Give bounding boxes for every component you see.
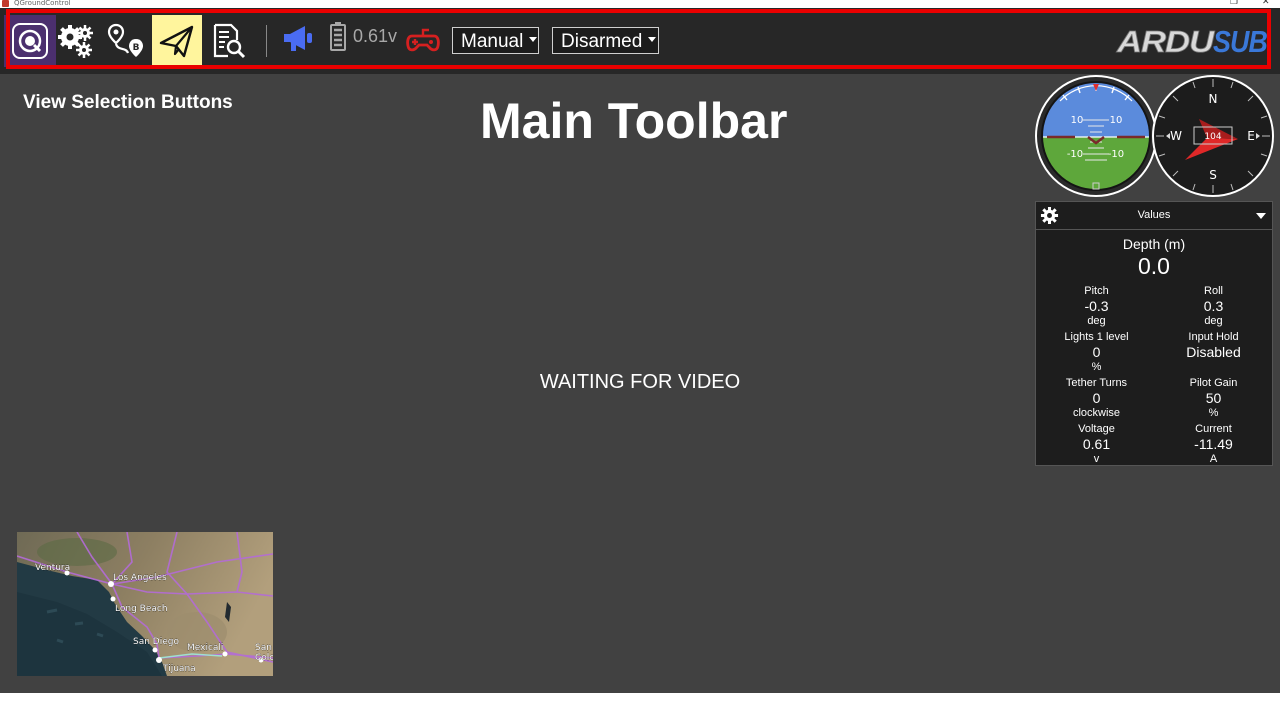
compass-cardinal-w: W <box>1170 129 1182 143</box>
close-icon[interactable]: ✕ <box>1262 0 1270 7</box>
joystick-icon <box>406 28 440 52</box>
value-cell-tether-turns: Tether Turns 0 clockwise <box>1037 376 1156 420</box>
app-icon <box>2 0 9 7</box>
window-title: QGroundControl <box>14 0 71 7</box>
compass-cardinal-e: E <box>1247 129 1255 143</box>
messages-indicator[interactable] <box>281 21 315 55</box>
value-unit: deg <box>1087 315 1106 327</box>
values-widget: Values Depth (m) 0.0 Pitch -0.3 deg Roll… <box>1035 201 1273 466</box>
plan-route-icon: B <box>107 23 143 57</box>
maximize-icon[interactable]: ❐ <box>1230 0 1238 7</box>
toolbar-separator <box>266 25 267 57</box>
value-number: Disabled <box>1186 344 1241 360</box>
value-number: 0.61 <box>1082 436 1111 452</box>
pitch-mark-label: 10 <box>1110 115 1123 126</box>
depth-value: 0.0 <box>1138 253 1170 279</box>
qgc-icon <box>12 23 48 59</box>
svg-text:SUB: SUB <box>1213 26 1268 58</box>
paper-plane-icon <box>159 25 194 58</box>
value-label: Input Hold <box>1188 331 1239 343</box>
pitch-mark-label: -10 <box>1067 149 1083 160</box>
analyze-icon <box>213 23 246 59</box>
chevron-down-icon[interactable] <box>1256 213 1266 219</box>
fly-view-button[interactable] <box>152 15 202 67</box>
value-cell-input-hold: Input Hold Disabled <box>1154 330 1273 360</box>
window-titlebar: QGroundControl ❐ ✕ <box>0 0 1280 8</box>
heading-value: 104 <box>1204 132 1221 142</box>
app-window: B 0.61v Manual Disarmed ARDU SUB View Se… <box>0 8 1280 693</box>
value-cell-pitch: Pitch -0.3 deg <box>1037 284 1156 328</box>
value-cell-current: Current -11.49 A <box>1154 422 1273 466</box>
map-label-los-angeles: Los Angeles <box>113 573 167 583</box>
value-label: Tether Turns <box>1065 377 1128 389</box>
map-label-mexicali: Mexicali <box>187 643 223 653</box>
map-label-tijuana: Tijuana <box>162 664 196 674</box>
battery-icon <box>330 22 346 51</box>
map-label-long-beach: Long Beach <box>115 604 168 614</box>
view-selection-annotation: View Selection Buttons <box>23 92 233 113</box>
values-title: Values <box>1137 209 1171 221</box>
plan-view-button[interactable]: B <box>101 15 151 67</box>
depth-label: Depth (m) <box>1122 236 1186 252</box>
value-cell-voltage: Voltage 0.61 v <box>1037 422 1156 466</box>
value-number: -0.3 <box>1084 298 1109 314</box>
vehicle-setup-button[interactable] <box>51 15 101 67</box>
bottom-margin <box>0 693 1280 720</box>
gears-icon <box>58 25 93 58</box>
joystick-indicator[interactable] <box>406 28 440 52</box>
value-label: Pilot Gain <box>1189 377 1238 389</box>
main-toolbar-annotation: Main Toolbar <box>480 93 788 149</box>
value-unit: A <box>1209 453 1218 465</box>
value-unit: v <box>1093 453 1100 465</box>
value-unit: % <box>1091 361 1102 373</box>
value-unit: clockwise <box>1072 407 1121 419</box>
value-unit: % <box>1208 407 1219 419</box>
value-cell-pilot-gain: Pilot Gain 50 % <box>1154 376 1273 420</box>
main-toolbar: B 0.61v Manual Disarmed ARDU SUB <box>0 8 1280 74</box>
megaphone-icon <box>284 26 312 51</box>
battery-voltage: 0.61v <box>353 25 398 46</box>
analyze-view-button[interactable] <box>203 15 253 67</box>
pitch-mark-label: -10 <box>1108 149 1124 160</box>
arm-state-value: Disarmed <box>561 31 643 52</box>
value-unit: deg <box>1204 315 1223 327</box>
pitch-mark-label: 10 <box>1071 115 1084 126</box>
qgc-menu-button[interactable] <box>4 15 56 67</box>
value-label: Lights 1 level <box>1064 331 1129 343</box>
compass: N E S W 104 <box>1152 75 1274 197</box>
attitude-indicator: 10 10 -10 -10 <box>1035 75 1157 197</box>
map-label-colo: Colo <box>255 653 273 663</box>
map-label-ventura: Ventura <box>35 563 70 573</box>
value-label: Roll <box>1204 285 1223 297</box>
ardusub-logo-icon: ARDU SUB <box>1115 24 1268 60</box>
chevron-down-icon <box>529 37 538 43</box>
svg-text:ARDU: ARDU <box>1116 26 1216 58</box>
instrument-panel: 10 10 -10 -10 N E S W 104 <box>1033 75 1277 198</box>
map-label-san: San <box>255 643 272 653</box>
value-cell-roll: Roll 0.3 deg <box>1154 284 1273 328</box>
value-number: -11.49 <box>1194 436 1233 452</box>
value-number: 0 <box>1092 344 1101 360</box>
flight-mode-dropdown[interactable]: Manual <box>452 27 539 54</box>
value-label: Pitch <box>1084 285 1109 297</box>
value-cell-lights: Lights 1 level 0 % <box>1037 330 1156 374</box>
svg-text:B: B <box>133 43 140 53</box>
value-label: Current <box>1195 423 1232 435</box>
values-header[interactable]: Values <box>1036 202 1272 230</box>
chevron-down-icon <box>648 37 657 43</box>
value-number: 50 <box>1205 390 1222 406</box>
value-label: Voltage <box>1078 423 1115 435</box>
arm-state-dropdown[interactable]: Disarmed <box>552 27 659 54</box>
battery-indicator[interactable]: 0.61v <box>329 21 397 51</box>
map-label-san-diego: San Diego <box>133 637 179 647</box>
compass-cardinal-s: S <box>1209 168 1217 182</box>
value-number: 0 <box>1092 390 1101 406</box>
ardusub-logo: ARDU SUB <box>1115 24 1270 60</box>
value-number: 0.3 <box>1203 298 1224 314</box>
compass-cardinal-n: N <box>1209 92 1218 106</box>
flight-mode-value: Manual <box>461 31 524 52</box>
mini-map[interactable]: Ventura Los Angeles Long Beach San Diego… <box>17 532 273 676</box>
